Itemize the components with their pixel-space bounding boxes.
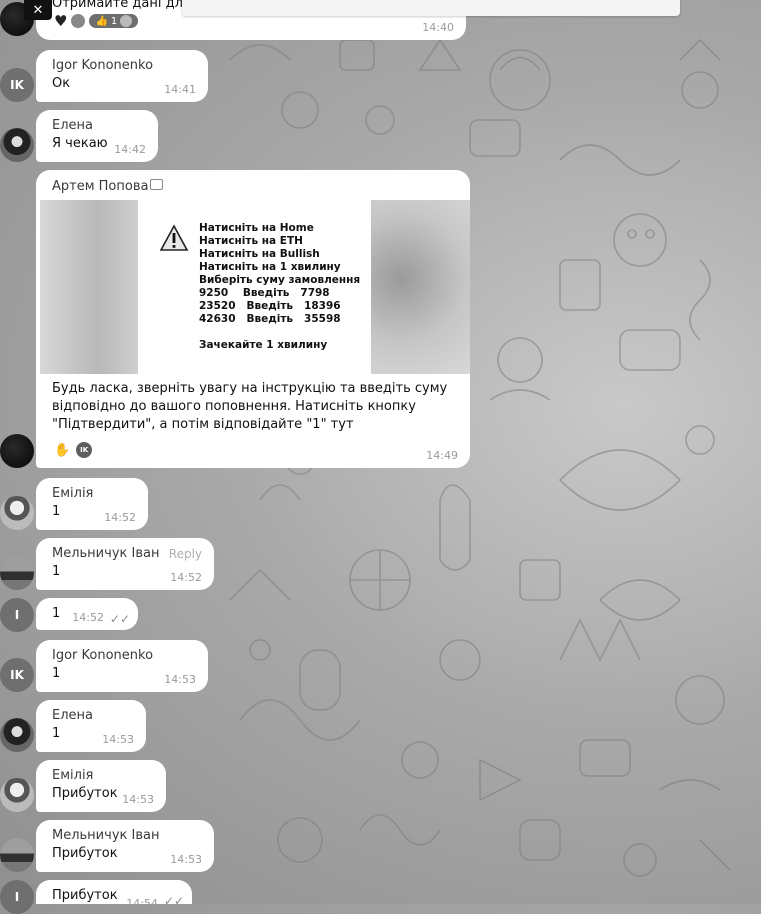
message-sender[interactable]: Емілія bbox=[52, 768, 93, 783]
avatar-initials: I bbox=[14, 608, 20, 622]
avatar[interactable]: I bbox=[0, 880, 34, 914]
avatar[interactable] bbox=[0, 718, 34, 752]
message-text: Прибуток bbox=[52, 888, 118, 903]
message-sender[interactable]: Елена bbox=[52, 708, 93, 723]
reaction-avatar bbox=[71, 14, 86, 28]
avatar[interactable]: I bbox=[0, 598, 34, 632]
hand-icon[interactable]: ✋ bbox=[54, 443, 70, 458]
image-blur-left bbox=[40, 200, 138, 374]
instruction-line: Натисніть на Bullish bbox=[199, 248, 320, 260]
message-sender[interactable]: Igor Kononenko bbox=[52, 648, 153, 663]
reaction-chip[interactable]: 👍 1 bbox=[89, 14, 139, 28]
message-text: Прибуток bbox=[52, 786, 118, 801]
reactions-row: ♥ 👍 1 bbox=[54, 12, 139, 30]
instruction-line: Натисніть на Home bbox=[199, 222, 314, 234]
avatar[interactable] bbox=[0, 838, 34, 872]
message-time: 14:41 bbox=[164, 83, 196, 96]
instruction-line: Виберіть суму замовлення bbox=[199, 274, 361, 286]
message-time: 14:52 bbox=[72, 611, 104, 624]
message-sender[interactable]: Мельничук Іван bbox=[52, 828, 159, 843]
heart-icon[interactable]: ♥ bbox=[54, 12, 67, 30]
avatar[interactable]: IK bbox=[0, 68, 34, 102]
instruction-line: Натисніть на ETH bbox=[199, 235, 303, 247]
instruction-line: Зачекайте 1 хвилину bbox=[199, 339, 328, 351]
message-text: Ок bbox=[52, 76, 71, 91]
message-bubble[interactable]: Елена 1 14:53 bbox=[36, 700, 146, 752]
message-bubble[interactable]: Мельничук Іван Прибуток 14:53 bbox=[36, 820, 214, 872]
message-time: 14:52 bbox=[104, 511, 136, 524]
instruction-line: 9250 Введіть 7798 bbox=[199, 287, 330, 299]
message-sender[interactable]: Емілія bbox=[52, 486, 93, 501]
briefcase-icon bbox=[150, 179, 163, 190]
message-bubble[interactable]: 1 14:52 ✓✓ bbox=[36, 598, 138, 630]
message-text-line: відповідно до вашого поповнення. Натисні… bbox=[52, 399, 416, 414]
message-bubble[interactable]: Елена Я чекаю 14:42 bbox=[36, 110, 158, 162]
message-sender[interactable]: Елена bbox=[52, 118, 93, 133]
message-text-line: "Підтвердити", а потім відповідайте "1" … bbox=[52, 417, 354, 432]
avatar[interactable] bbox=[0, 778, 34, 812]
message-bubble[interactable]: Емілія Прибуток 14:53 bbox=[36, 760, 166, 812]
message-text: 1 bbox=[52, 504, 61, 519]
avatar[interactable] bbox=[0, 496, 34, 530]
avatar[interactable] bbox=[0, 556, 34, 590]
message-time: 14:42 bbox=[114, 143, 146, 156]
avatar[interactable] bbox=[0, 434, 34, 468]
message-sender[interactable]: Igor Kononenko bbox=[52, 58, 153, 73]
message-time: 14:53 bbox=[122, 793, 154, 806]
instruction-line: 23520 Введіть 18396 bbox=[199, 300, 341, 312]
message-text: 1 bbox=[52, 666, 61, 681]
message-text: 1 bbox=[52, 564, 61, 579]
instruction-line: 42630 Введіть 35598 bbox=[199, 313, 341, 325]
notification-panel bbox=[182, 0, 680, 16]
message-bubble[interactable]: Артем Попова Натисніть на Home Натисніть… bbox=[36, 170, 470, 468]
reactions-row: ✋ IK bbox=[54, 442, 93, 458]
message-bubble[interactable]: Емілія 1 14:52 bbox=[36, 478, 148, 530]
message-image[interactable]: Натисніть на Home Натисніть на ETH Натис… bbox=[40, 200, 470, 374]
message-time: 14:52 bbox=[170, 571, 202, 584]
reaction-avatar: IK bbox=[76, 442, 93, 458]
instruction-text: Натисніть на Home Натисніть на ETH Натис… bbox=[199, 222, 360, 352]
message-time: 14:53 bbox=[170, 853, 202, 866]
message-bubble[interactable]: Igor Kononenko 1 14:53 bbox=[36, 640, 208, 692]
avatar-initials: IK bbox=[10, 78, 24, 92]
avatar[interactable]: IK bbox=[0, 658, 34, 692]
message-sender[interactable]: Мельничук Іван bbox=[52, 546, 159, 561]
message-text: 1 bbox=[52, 606, 61, 621]
instruction-line: Натисніть на 1 хвилину bbox=[199, 261, 341, 273]
avatar-initials: IK bbox=[10, 668, 24, 682]
message-sender[interactable]: Артем Попова bbox=[52, 179, 148, 194]
close-icon[interactable]: ✕ bbox=[24, 0, 52, 20]
message-text: Будь ласка, зверніть увагу на інструкцію… bbox=[52, 380, 447, 434]
message-time: 14:53 bbox=[102, 733, 134, 746]
message-text: 1 bbox=[52, 726, 61, 741]
avatar[interactable] bbox=[0, 128, 34, 162]
instruction-line bbox=[199, 326, 360, 339]
message-text: Отримайте дані для г bbox=[52, 0, 202, 11]
read-checkmarks-icon: ✓✓ bbox=[109, 612, 130, 626]
message-bubble[interactable]: Прибуток 14:54 ✓✓ bbox=[36, 880, 192, 910]
reply-button[interactable]: Reply bbox=[169, 547, 202, 561]
message-text-line: Будь ласка, зверніть увагу на інструкцію… bbox=[52, 381, 448, 396]
message-bubble[interactable]: Мельничук Іван Reply 1 14:52 bbox=[36, 538, 214, 590]
message-text: Я чекаю bbox=[52, 136, 108, 151]
message-text: Прибуток bbox=[52, 846, 118, 861]
message-bubble[interactable]: Igor Kononenko Ок 14:41 bbox=[36, 50, 208, 102]
message-time: 14:49 bbox=[426, 449, 458, 462]
image-blur-right bbox=[371, 200, 470, 374]
thumbs-up-icon: 👍 bbox=[95, 15, 108, 27]
avatar-initials: I bbox=[14, 890, 20, 904]
read-checkmarks-icon: ✓✓ bbox=[163, 894, 184, 908]
warning-icon bbox=[159, 224, 189, 251]
message-time: 14:40 bbox=[422, 21, 454, 34]
reaction-avatar bbox=[120, 15, 133, 27]
message-time: 14:53 bbox=[164, 673, 196, 686]
reaction-count: 1 bbox=[110, 15, 118, 27]
